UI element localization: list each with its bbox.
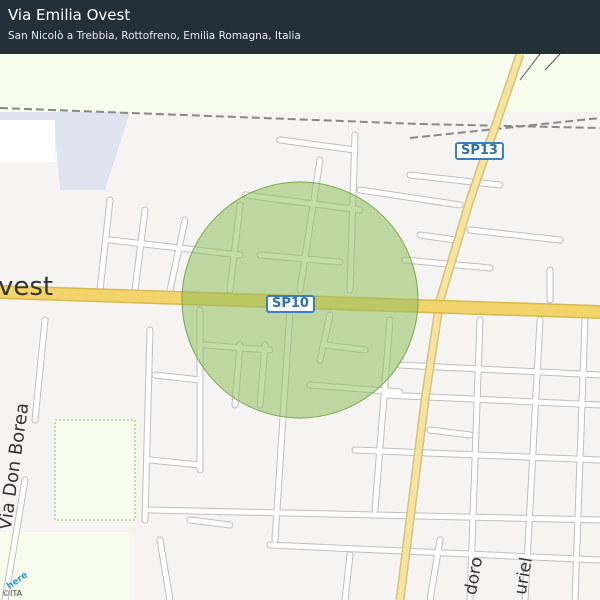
main-road-label: vest <box>0 272 54 302</box>
sp10-shield: SP10 <box>266 295 315 313</box>
location-subtitle: San Nicolò a Trebbia, Rottofreno, Emilia… <box>8 30 301 42</box>
location-title: Via Emilia Ovest <box>8 6 131 24</box>
map-canvas[interactable] <box>0 54 600 600</box>
location-header: Via Emilia Ovest San Nicolò a Trebbia, R… <box>0 0 600 54</box>
sp13-shield: SP13 <box>455 142 504 160</box>
green-area <box>54 419 136 521</box>
map-view[interactable]: SP10 SP13 vest Via Don Borea doro uriel … <box>0 54 600 600</box>
building-block <box>0 120 55 162</box>
map-attribution: ©ITA <box>2 589 23 598</box>
